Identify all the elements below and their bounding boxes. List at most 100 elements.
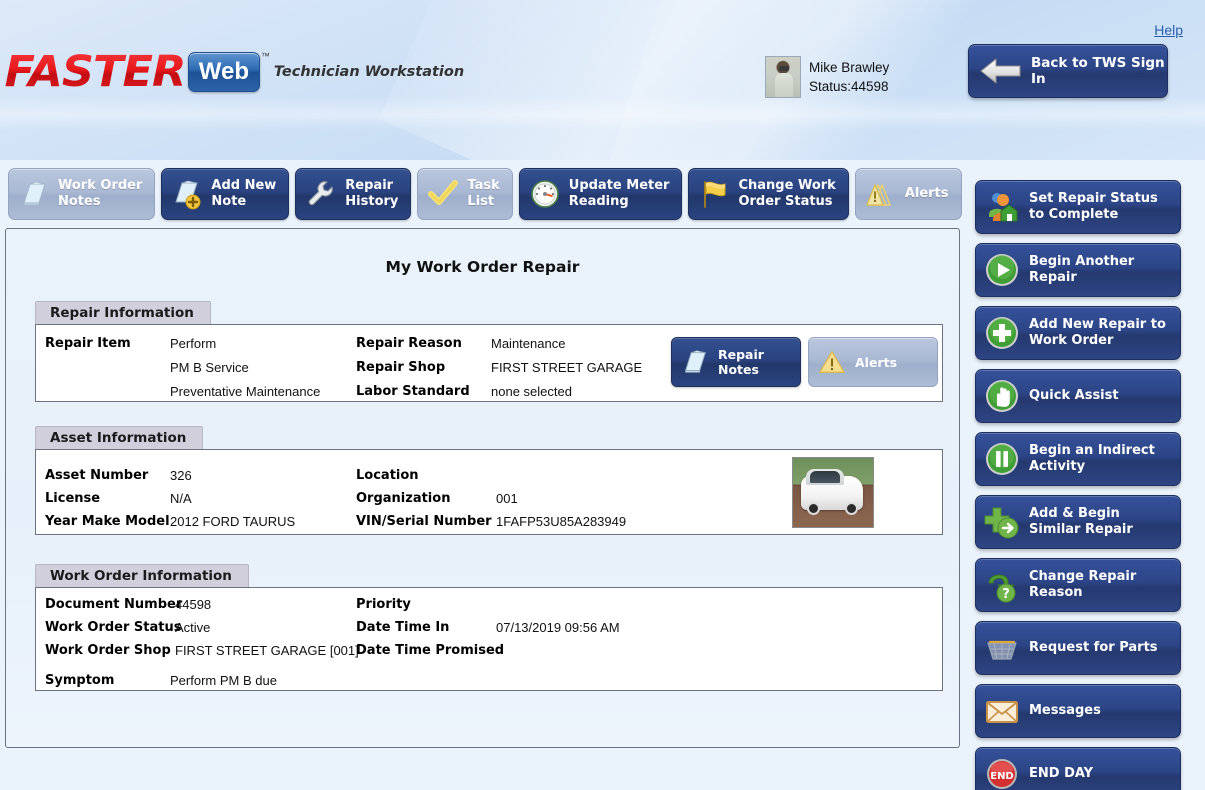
action-sidebar: Set Repair Status to Complete Begin Anot… (975, 180, 1181, 790)
priority-label: Priority (356, 597, 411, 612)
document-number-label: Document Number (45, 597, 183, 612)
asset-information-section: Asset Information Asset Number 326 Licen… (35, 426, 943, 535)
repair-alerts-label: Alerts (855, 354, 898, 370)
repair-notes-label: Repair Notes (718, 347, 764, 377)
sidebar-label: Add New Repair to Work Order (1029, 317, 1166, 348)
work-order-status-value: Active (175, 620, 211, 635)
logo-subtitle: Technician Workstation (273, 63, 465, 80)
sidebar-button-begin-an-indirect-activity[interactable]: Begin an Indirect Activity (975, 432, 1181, 486)
svg-text:?: ? (1002, 587, 1010, 602)
green-undo-question-icon: ? (988, 574, 1016, 603)
sidebar-label: Quick Assist (1029, 388, 1119, 403)
repair-notes-button[interactable]: Repair Notes (671, 337, 801, 387)
avatar (765, 56, 801, 98)
header-sheen-decoration-3 (0, 96, 1205, 130)
license-label: License (45, 491, 101, 506)
repair-alerts-button[interactable]: Alerts (808, 337, 938, 387)
sidebar-label: Messages (1029, 703, 1101, 718)
green-pause-icon (986, 443, 1018, 475)
toolbar-button-repair-history[interactable]: Repair History (295, 168, 412, 220)
envelope-icon (986, 701, 1018, 723)
green-plus-circle-icon (986, 317, 1018, 349)
logo-web-badge: Web (187, 52, 260, 92)
asset-information-body: Asset Number 326 License N/A Year Make M… (35, 449, 943, 535)
toolbar-label: Alerts (904, 186, 949, 201)
photo-car-wheel-rear (807, 502, 820, 515)
work-order-information-section: Work Order Information Document Number 4… (35, 564, 943, 691)
document-number-value: 44598 (175, 597, 212, 612)
user-name: Mike Brawley (809, 60, 890, 75)
vin-serial-label: VIN/Serial Number (356, 514, 492, 529)
sidebar-button-messages[interactable]: Messages (975, 684, 1181, 738)
toolbar-button-update-meter-reading[interactable]: Update Meter Reading (518, 168, 683, 220)
main-content-panel: My Work Order Repair Repair Information … (5, 228, 960, 748)
green-play-icon (986, 254, 1018, 286)
asset-number-label: Asset Number (45, 468, 149, 483)
sidebar-button-end-day[interactable]: END END DAY (975, 747, 1181, 790)
sidebar-button-add-new-repair-to-work-order[interactable]: Add New Repair to Work Order (975, 306, 1181, 360)
vin-serial-value: 1FAFP53U85A283949 (496, 514, 627, 529)
year-make-model-label: Year Make Model (45, 514, 170, 529)
repair-shop-label: Repair Shop (356, 360, 446, 375)
work-order-information-body: Document Number 44598 Work Order Status … (35, 587, 943, 691)
sidebar-button-begin-another-repair[interactable]: Begin Another Repair (975, 243, 1181, 297)
left-arrow-icon (980, 58, 1021, 84)
labor-standard-value: none selected (491, 384, 572, 399)
repair-reason-label: Repair Reason (356, 336, 462, 351)
date-time-promised-label: Date Time Promised (356, 643, 505, 658)
sidebar-button-quick-assist[interactable]: Quick Assist (975, 369, 1181, 423)
people-home-icon (989, 193, 1018, 222)
sidebar-button-request-for-parts[interactable]: Request for Parts (975, 621, 1181, 675)
repair-reason-value: Maintenance (491, 336, 566, 351)
back-button-label: Back to TWS Sign In (1031, 55, 1165, 87)
toolbar-button-change-work-order-status[interactable]: Change Work Order Status (688, 168, 849, 220)
sidebar-button-set-repair-status-to-complete[interactable]: Set Repair Status to Complete (975, 180, 1181, 234)
toolbar-button-add-new-note[interactable]: Add New Note (161, 168, 290, 220)
green-hand-icon (986, 380, 1018, 412)
repair-item-line-1: Perform (170, 336, 217, 351)
sidebar-label: Change Repair Reason (1029, 569, 1137, 600)
repair-item-line-2: PM B Service (170, 360, 249, 375)
svg-text:END: END (990, 771, 1014, 782)
checkmark-icon (428, 180, 459, 205)
repair-shop-value: FIRST STREET GARAGE (491, 360, 643, 375)
green-plus-arrow-icon (984, 507, 1019, 539)
toolbar-button-task-list[interactable]: Task List (417, 168, 513, 220)
labor-standard-label: Labor Standard (356, 384, 470, 399)
notepad-icon (23, 181, 46, 206)
toolbar-label: Repair History (345, 178, 399, 209)
sidebar-label: Set Repair Status to Complete (1029, 191, 1158, 222)
page-header: FASTER Web ™ Technician Workstation Help… (0, 0, 1205, 160)
date-time-in-value: 07/13/2019 09:56 AM (496, 620, 620, 635)
flag-icon (704, 181, 726, 208)
photo-car-glass (810, 471, 840, 483)
toolbar-button-work-order-notes[interactable]: Work Order Notes (8, 168, 156, 220)
date-time-in-label: Date Time In (356, 620, 450, 635)
toolbar-button-alerts[interactable]: Alerts (854, 168, 962, 220)
back-to-tws-sign-in-button[interactable]: Back to TWS Sign In (968, 44, 1168, 98)
sidebar-label: Request for Parts (1029, 640, 1158, 655)
repair-item-line-3: Preventative Maintenance (170, 384, 321, 399)
sidebar-button-add-and-begin-similar-repair[interactable]: Add & Begin Similar Repair (975, 495, 1181, 549)
symptom-value: Perform PM B due (170, 673, 277, 688)
organization-value: 001 (496, 491, 518, 506)
end-red-circle-icon: END (987, 759, 1017, 789)
logo-faster-text: FASTER (4, 47, 187, 97)
toolbar-label: Update Meter Reading (568, 178, 670, 209)
work-order-information-section-title: Work Order Information (35, 564, 249, 587)
asset-information-section-title: Asset Information (35, 426, 204, 449)
work-order-shop-value: FIRST STREET GARAGE [001] (175, 643, 359, 658)
sidebar-label: Begin an Indirect Activity (1029, 443, 1155, 474)
toolbar-label: Task List (467, 178, 500, 209)
notepad-plus-icon (175, 180, 201, 210)
toolbar-label: Work Order Notes (58, 178, 143, 209)
notepad-icon (684, 350, 706, 373)
repair-information-body: Repair Item Perform PM B Service Prevent… (35, 324, 943, 402)
sidebar-button-change-repair-reason[interactable]: ? Change Repair Reason (975, 558, 1181, 612)
help-link[interactable]: Help (1154, 22, 1183, 38)
license-value: N/A (170, 491, 192, 506)
main-toolbar: Work Order Notes Add New Note Repair His… (0, 168, 962, 220)
toolbar-label: Add New Note (211, 178, 277, 209)
asset-number-value: 326 (170, 468, 192, 483)
repair-information-section: Repair Information Repair Item Perform P… (35, 301, 943, 402)
